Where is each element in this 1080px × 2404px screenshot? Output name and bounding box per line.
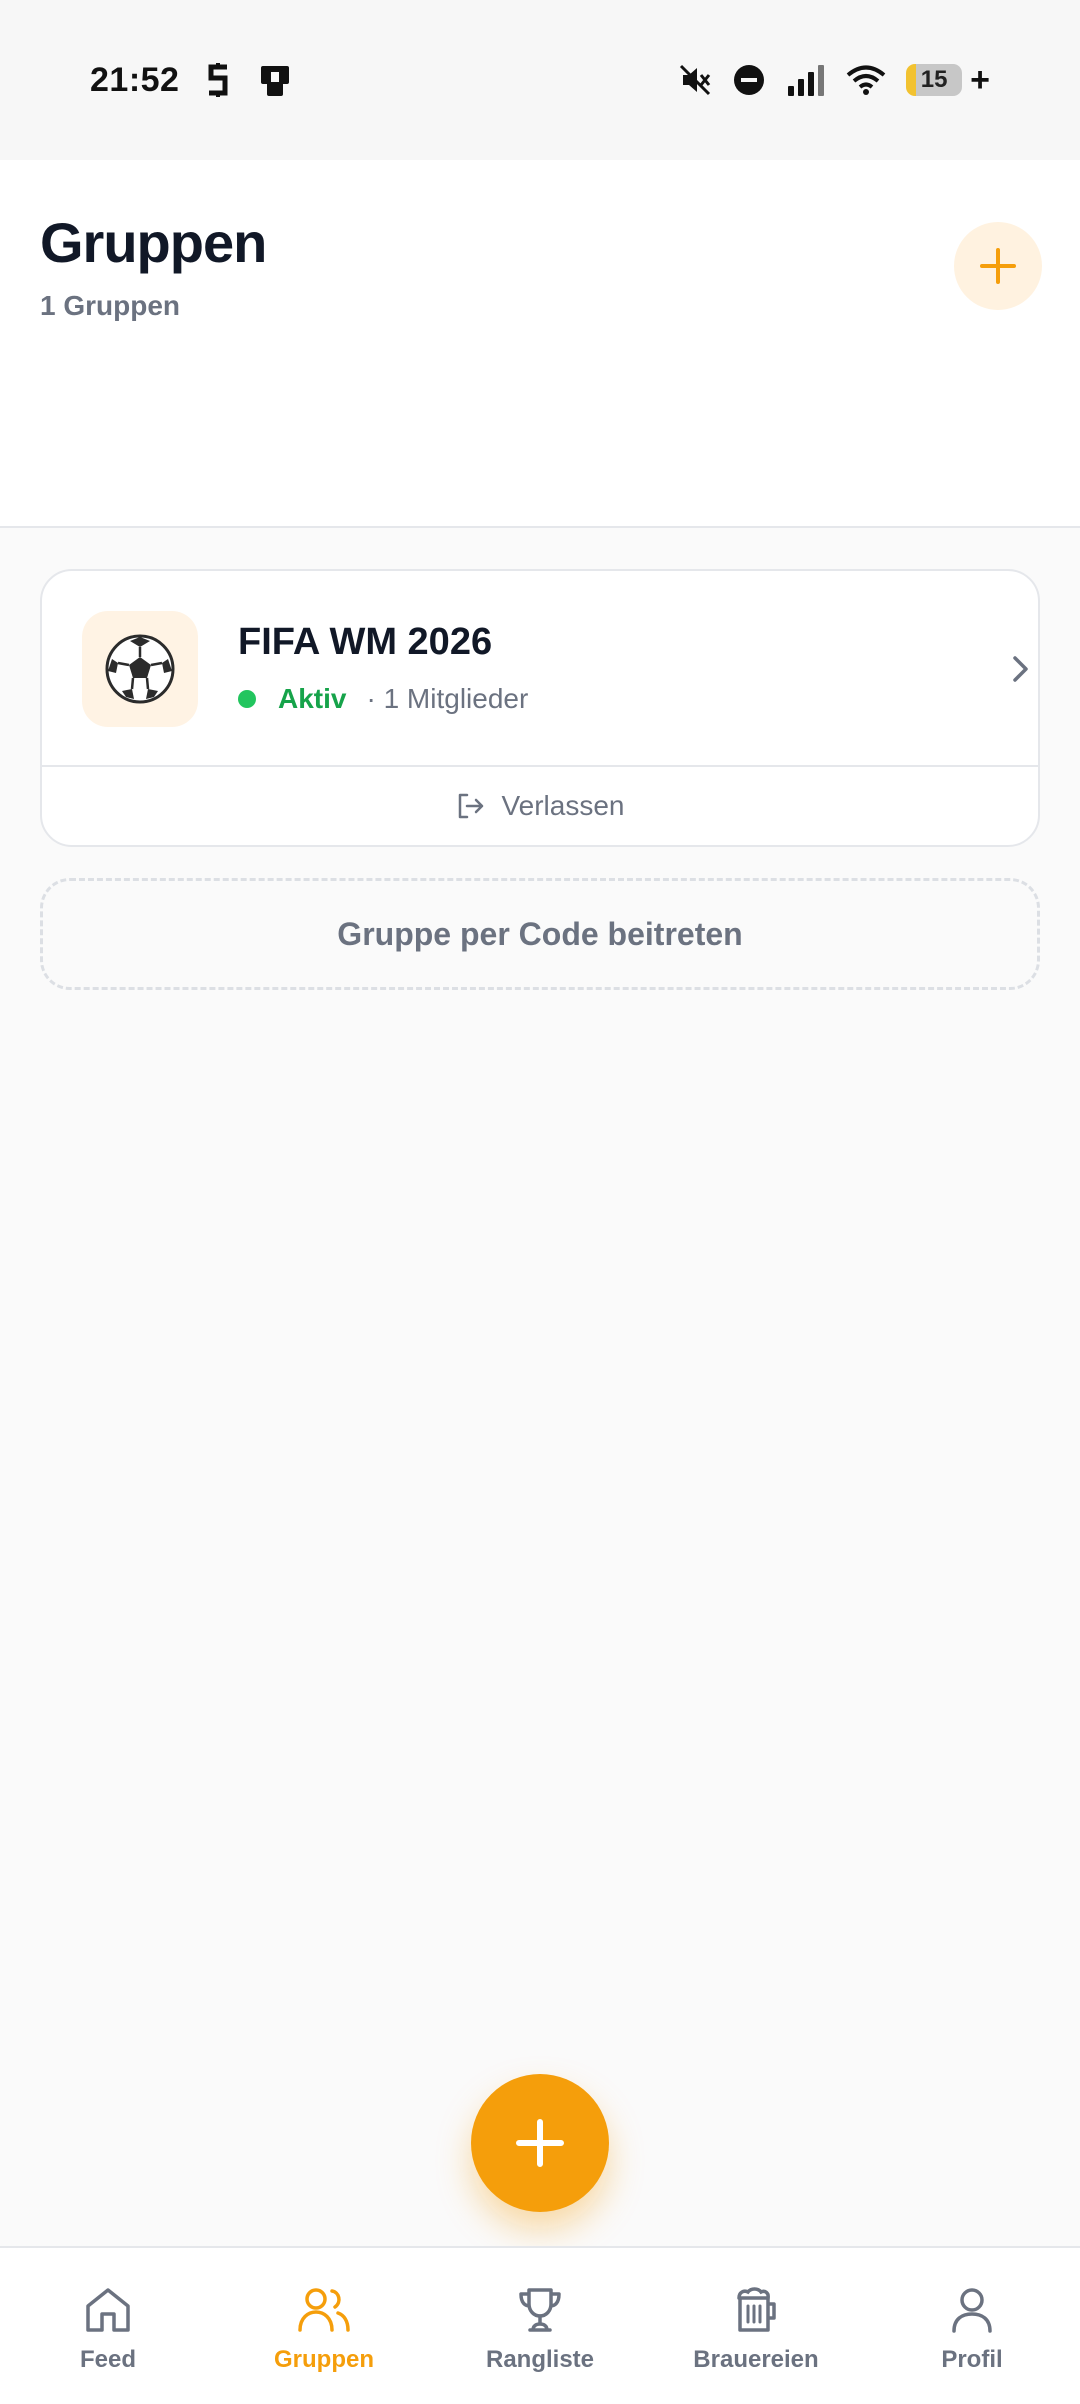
battery-icon: 15 xyxy=(906,64,963,96)
charging-plus: + xyxy=(970,60,990,99)
join-by-code-button[interactable]: Gruppe per Code beitreten xyxy=(40,878,1040,990)
status-bar: 21:52 15 + xyxy=(0,0,1080,160)
bottom-nav: Feed Gruppen Rangliste Brauereien Profil xyxy=(0,2246,1080,2404)
dnd-icon xyxy=(734,65,765,95)
users-icon xyxy=(298,2288,350,2332)
status-time: 21:52 xyxy=(90,60,180,99)
mute-icon xyxy=(680,64,711,96)
plus-icon xyxy=(516,2119,564,2167)
group-meta: Aktiv · 1 Mitglieder xyxy=(238,683,528,715)
leave-group-button[interactable]: Verlassen xyxy=(42,767,1038,845)
nav-label-brauereien: Brauereien xyxy=(693,2346,819,2373)
nav-label-rangliste: Rangliste xyxy=(485,2346,595,2373)
group-count: 1 Gruppen xyxy=(40,290,181,321)
nav-label-feed: Feed xyxy=(79,2346,136,2373)
groups-screen: 21:52 15 + Gruppen 1 Gruppen FIFA WM 202… xyxy=(0,0,1080,2404)
nav-label-gruppen: Gruppen xyxy=(274,2346,374,2373)
trophy-icon xyxy=(519,2288,561,2332)
active-status-dot xyxy=(238,690,256,708)
nav-item-gruppen[interactable]: Gruppen xyxy=(216,2248,432,2404)
group-avatar xyxy=(82,611,198,727)
group-name: FIFA WM 2026 xyxy=(238,621,493,663)
join-label: Gruppe per Code beitreten xyxy=(337,915,743,952)
beer-mug-icon xyxy=(737,2287,776,2332)
logout-icon xyxy=(458,793,483,819)
nav-item-rangliste[interactable]: Rangliste xyxy=(432,2248,648,2404)
page-title: Gruppen xyxy=(40,211,267,274)
nav-item-profil[interactable]: Profil xyxy=(864,2248,1080,2404)
status-right: 15 + xyxy=(678,61,990,100)
soccer-ball-icon xyxy=(105,634,175,704)
group-member-count: · 1 Mitglieder xyxy=(366,683,529,714)
group-status: Aktiv xyxy=(278,683,347,714)
home-icon xyxy=(86,2288,130,2332)
chevron-right-icon xyxy=(1013,656,1028,682)
group-card: FIFA WM 2026 Aktiv · 1 Mitglieder Verlas… xyxy=(40,569,1040,847)
fab-add-button[interactable] xyxy=(471,2074,609,2212)
nav-label-profil: Profil xyxy=(941,2346,1003,2373)
add-group-button[interactable] xyxy=(954,222,1042,310)
battery-level: 15 xyxy=(920,66,948,93)
wifi-icon xyxy=(846,65,886,95)
cast-icon xyxy=(261,66,290,96)
status-left: 21:52 xyxy=(90,61,293,100)
nav-item-feed[interactable]: Feed xyxy=(0,2248,216,2404)
user-icon xyxy=(952,2288,992,2333)
leave-label: Verlassen xyxy=(501,790,625,821)
group-card-open[interactable]: FIFA WM 2026 Aktiv · 1 Mitglieder xyxy=(42,571,1038,767)
plus-icon xyxy=(980,248,1016,284)
s-app-icon xyxy=(208,63,228,97)
signal-icon xyxy=(788,65,825,96)
nav-item-brauereien[interactable]: Brauereien xyxy=(648,2248,864,2404)
